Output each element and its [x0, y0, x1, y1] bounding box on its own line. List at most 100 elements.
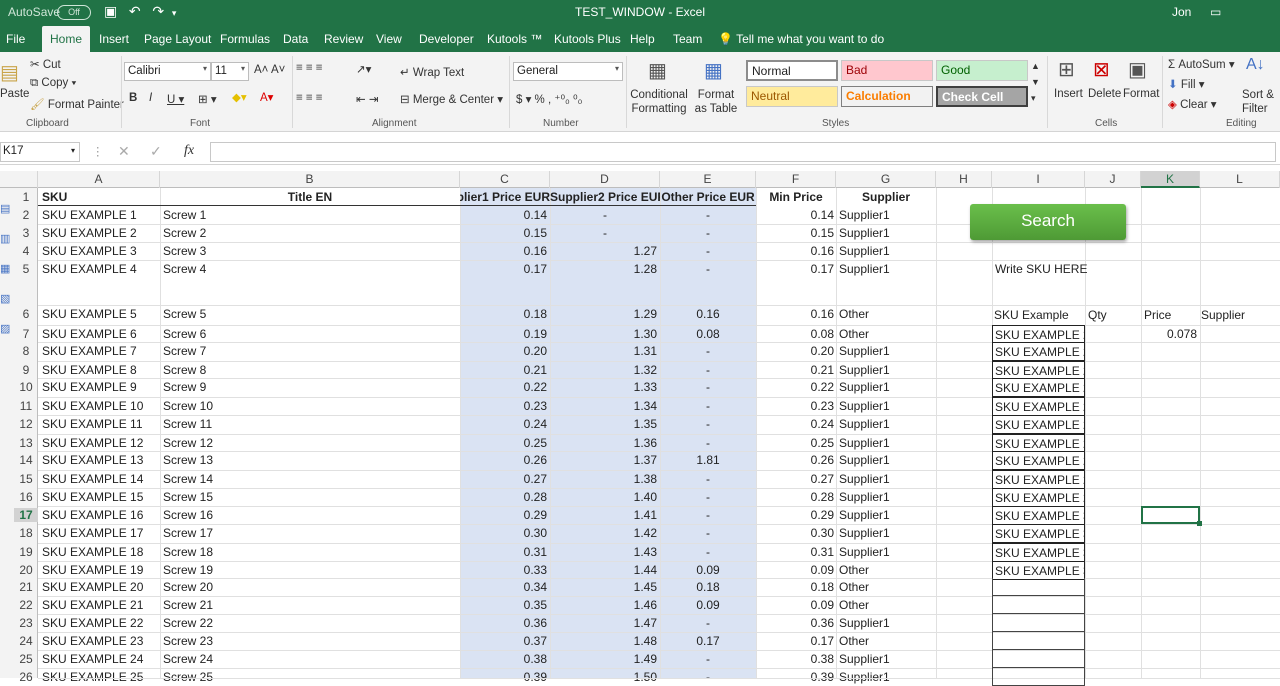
cell-title[interactable]: Screw 4: [163, 262, 453, 276]
cell-supplier1-price[interactable]: 0.26: [460, 453, 547, 467]
kutools-names-icon[interactable]: ▦: [0, 262, 10, 275]
cell-min-price[interactable]: 0.17: [756, 634, 834, 648]
cell-title[interactable]: Screw 5: [163, 307, 453, 321]
align-top-icons[interactable]: ≡ ≡ ≡: [296, 62, 323, 74]
cell-supplier1-price[interactable]: 0.21: [460, 363, 547, 377]
merge-center-button[interactable]: ⊟ Merge & Center ▾: [400, 92, 503, 106]
insert-cells-button[interactable]: Insert: [1054, 88, 1083, 100]
cell-title[interactable]: Screw 17: [163, 526, 453, 540]
lookup-empty-cell[interactable]: [992, 668, 1085, 686]
cell-title[interactable]: Screw 13: [163, 453, 453, 467]
tab-data[interactable]: Data: [283, 26, 308, 52]
cell-title[interactable]: Screw 7: [163, 344, 453, 358]
row-header[interactable]: 12: [14, 417, 38, 431]
cell-supplier[interactable]: Supplier1: [839, 545, 934, 559]
lookup-price-value[interactable]: 0.078: [1141, 327, 1197, 341]
lookup-header-qty[interactable]: Qty: [1088, 308, 1107, 322]
cell-min-price[interactable]: 0.09: [756, 563, 834, 577]
cell-other-price[interactable]: 0.08: [660, 327, 756, 341]
cell-supplier[interactable]: Other: [839, 563, 934, 577]
insert-cells-icon[interactable]: ⊞: [1058, 57, 1075, 82]
format-painter-button[interactable]: 🖌 Format Painter: [30, 97, 124, 111]
cell-title[interactable]: Screw 14: [163, 472, 453, 486]
cell-sku[interactable]: SKU EXAMPLE 16: [42, 508, 158, 522]
cell-other-price[interactable]: -: [660, 508, 756, 522]
cell-title[interactable]: Screw 24: [163, 652, 453, 666]
row-header[interactable]: 11: [14, 399, 38, 413]
row-header[interactable]: 10: [14, 380, 38, 394]
cell-title[interactable]: Screw 21: [163, 598, 453, 612]
format-as-table-button[interactable]: Format as Table: [691, 88, 741, 116]
row-header[interactable]: 4: [14, 244, 38, 258]
delete-cells-icon[interactable]: ⊠: [1093, 57, 1110, 82]
cell-title[interactable]: Screw 22: [163, 616, 453, 630]
cell-supplier2-price[interactable]: 1.38: [550, 472, 657, 486]
tab-home[interactable]: Home: [42, 26, 91, 52]
cell-supplier2-price[interactable]: 1.48: [550, 634, 657, 648]
tab-view[interactable]: View: [376, 26, 402, 52]
cell-sku[interactable]: SKU EXAMPLE 12: [42, 436, 158, 450]
cell-sku[interactable]: SKU EXAMPLE 22: [42, 616, 158, 630]
cell-supplier2-price[interactable]: -: [550, 226, 660, 240]
cell-supplier1-price[interactable]: 0.27: [460, 472, 547, 486]
tab-insert[interactable]: Insert: [99, 26, 129, 52]
cell-supplier2-price[interactable]: 1.44: [550, 563, 657, 577]
style-check-cell[interactable]: Check Cell: [936, 86, 1028, 107]
cell-other-price[interactable]: -: [660, 526, 756, 540]
tab-team[interactable]: Team: [673, 26, 702, 52]
header-title[interactable]: Title EN: [160, 190, 460, 204]
header-supplier1-price[interactable]: Supplier1 Price EUR: [460, 190, 550, 204]
cell-min-price[interactable]: 0.14: [756, 208, 834, 222]
cell-other-price[interactable]: 0.09: [660, 563, 756, 577]
delete-cells-button[interactable]: Delete: [1088, 88, 1121, 100]
cell-sku[interactable]: SKU EXAMPLE 3: [42, 244, 158, 258]
clear-button[interactable]: ◈ Clear ▾: [1168, 97, 1217, 111]
lookup-sku-cell[interactable]: SKU EXAMPLE 21: [992, 342, 1085, 361]
name-box[interactable]: K17 ▾: [0, 142, 80, 162]
cell-min-price[interactable]: 0.30: [756, 526, 834, 540]
cell-min-price[interactable]: 0.38: [756, 652, 834, 666]
cell-supplier2-price[interactable]: 1.31: [550, 344, 657, 358]
cell-sku[interactable]: SKU EXAMPLE 10: [42, 399, 158, 413]
cell-other-price[interactable]: -: [660, 399, 756, 413]
cell-supplier1-price[interactable]: 0.14: [460, 208, 547, 222]
column-header-g[interactable]: G: [836, 171, 936, 188]
cell-min-price[interactable]: 0.16: [756, 244, 834, 258]
cell-supplier2-price[interactable]: 1.42: [550, 526, 657, 540]
paste-button[interactable]: Paste: [0, 88, 29, 100]
tab-file[interactable]: File: [6, 26, 25, 52]
row-header[interactable]: 25: [14, 652, 38, 666]
cell-min-price[interactable]: 0.31: [756, 545, 834, 559]
cell-sku[interactable]: SKU EXAMPLE 9: [42, 380, 158, 394]
cell-min-price[interactable]: 0.20: [756, 344, 834, 358]
kutools-workbook-icon[interactable]: ▥: [0, 232, 10, 245]
lookup-sku-cell[interactable]: SKU EXAMPLE 29: [992, 488, 1085, 507]
lookup-empty-cell[interactable]: [992, 632, 1085, 650]
column-header-b[interactable]: B: [160, 171, 460, 188]
search-button[interactable]: Search: [970, 204, 1126, 240]
tab-kutools-plus[interactable]: Kutools Plus: [554, 26, 621, 52]
cell-supplier[interactable]: Supplier1: [839, 526, 934, 540]
cell-supplier2-price[interactable]: 1.45: [550, 580, 657, 594]
cell-min-price[interactable]: 0.29: [756, 508, 834, 522]
cell-supplier[interactable]: Supplier1: [839, 244, 934, 258]
cell-supplier1-price[interactable]: 0.20: [460, 344, 547, 358]
header-sku[interactable]: SKU: [42, 190, 67, 204]
lookup-sku-cell[interactable]: SKU EXAMPLE 25: [992, 415, 1085, 434]
cell-supplier[interactable]: Other: [839, 598, 934, 612]
borders-icon[interactable]: ⊞ ▾: [198, 92, 217, 106]
cell-supplier[interactable]: Supplier1: [839, 453, 934, 467]
cell-other-price[interactable]: 0.18: [660, 580, 756, 594]
cell-supplier[interactable]: Supplier1: [839, 226, 934, 240]
header-supplier2-price[interactable]: Supplier2 Price EUR: [550, 190, 660, 204]
row-header[interactable]: 7: [14, 327, 38, 341]
cell-min-price[interactable]: 0.24: [756, 417, 834, 431]
orientation-icon[interactable]: ↗▾: [356, 62, 371, 76]
cell-supplier[interactable]: Other: [839, 634, 934, 648]
cell-supplier[interactable]: Supplier1: [839, 616, 934, 630]
cell-title[interactable]: Screw 12: [163, 436, 453, 450]
bold-button[interactable]: B: [129, 92, 137, 104]
cell-supplier[interactable]: Supplier1: [839, 417, 934, 431]
cell-title[interactable]: Screw 16: [163, 508, 453, 522]
cell-other-price[interactable]: -: [660, 472, 756, 486]
